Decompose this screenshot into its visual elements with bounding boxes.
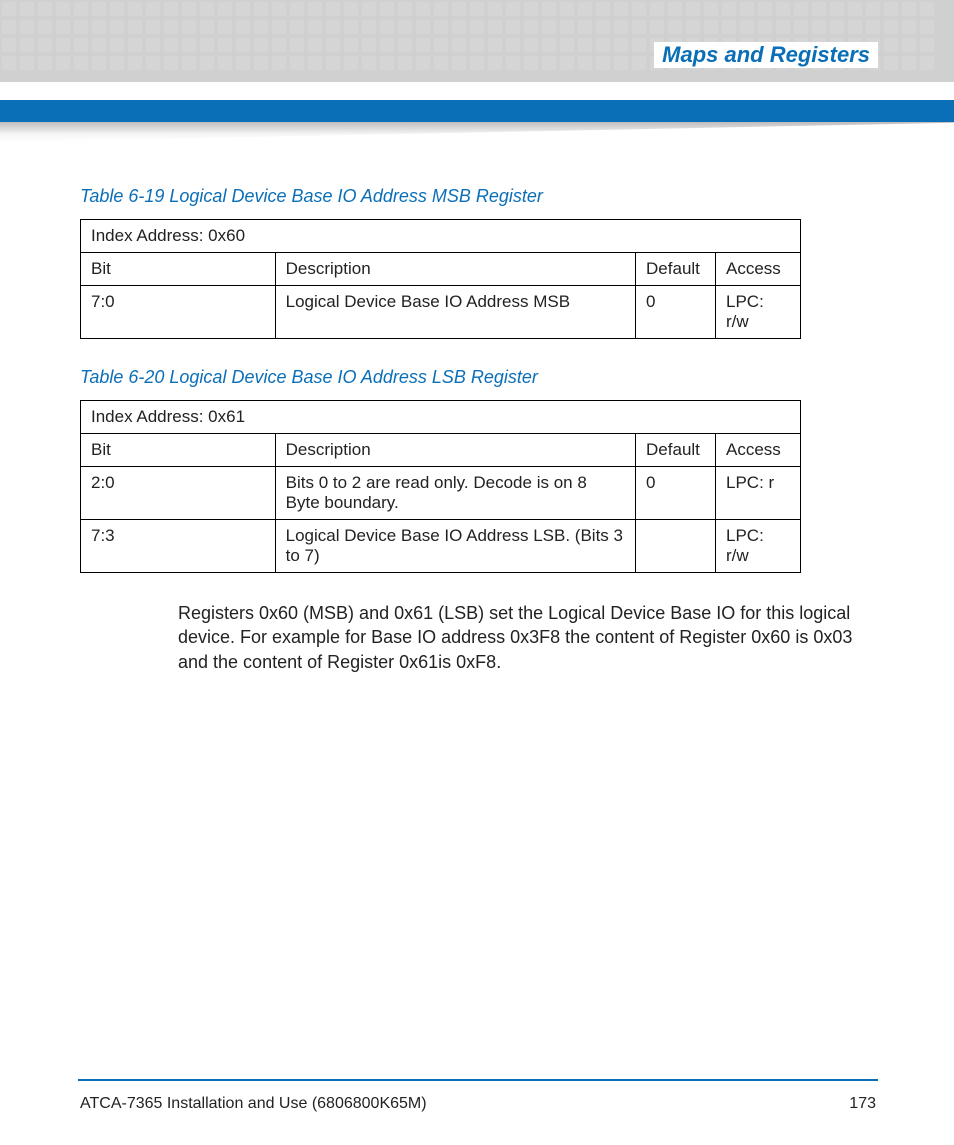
cell-bit: 7:0	[81, 286, 276, 339]
table-caption-1: Table 6-19 Logical Device Base IO Addres…	[80, 186, 880, 207]
cell-bit: 2:0	[81, 467, 276, 520]
register-table-1: Index Address: 0x60 Bit Description Defa…	[80, 219, 801, 339]
col-header-default: Default	[636, 253, 716, 286]
footer-doc-title: ATCA-7365 Installation and Use (6806800K…	[80, 1095, 427, 1113]
table-row: 7:3 Logical Device Base IO Address LSB. …	[81, 520, 801, 573]
register-table-2: Index Address: 0x61 Bit Description Defa…	[80, 400, 801, 573]
header-bar	[0, 100, 954, 122]
index-address-cell: Index Address: 0x61	[81, 401, 801, 434]
footer: ATCA-7365 Installation and Use (6806800K…	[80, 1095, 876, 1113]
cell-access: LPC: r/w	[716, 520, 801, 573]
col-header-access: Access	[716, 434, 801, 467]
cell-access: LPC: r/w	[716, 286, 801, 339]
table-row: 7:0 Logical Device Base IO Address MSB 0…	[81, 286, 801, 339]
col-header-default: Default	[636, 434, 716, 467]
table-row: Index Address: 0x61	[81, 401, 801, 434]
cell-description: Bits 0 to 2 are read only. Decode is on …	[275, 467, 635, 520]
col-header-bit: Bit	[81, 253, 276, 286]
cell-default: 0	[636, 467, 716, 520]
header-shadow	[0, 122, 954, 142]
content-area: Table 6-19 Logical Device Base IO Addres…	[80, 186, 880, 674]
header-pattern: // build 4 rows of small grey squares sp…	[0, 0, 954, 82]
footer-rule	[78, 1079, 878, 1081]
col-header-description: Description	[275, 253, 635, 286]
paragraph: Registers 0x60 (MSB) and 0x61 (LSB) set …	[178, 601, 880, 674]
table-row: Bit Description Default Access	[81, 434, 801, 467]
table-row: Bit Description Default Access	[81, 253, 801, 286]
page: // build 4 rows of small grey squares sp…	[0, 0, 954, 1145]
cell-default	[636, 520, 716, 573]
cell-bit: 7:3	[81, 520, 276, 573]
index-address-cell: Index Address: 0x60	[81, 220, 801, 253]
section-title: Maps and Registers	[654, 42, 878, 68]
cell-description: Logical Device Base IO Address MSB	[275, 286, 635, 339]
cell-description: Logical Device Base IO Address LSB. (Bit…	[275, 520, 635, 573]
table-row: Index Address: 0x60	[81, 220, 801, 253]
table-row: 2:0 Bits 0 to 2 are read only. Decode is…	[81, 467, 801, 520]
footer-page-number: 173	[849, 1095, 876, 1113]
col-header-bit: Bit	[81, 434, 276, 467]
cell-access: LPC: r	[716, 467, 801, 520]
col-header-access: Access	[716, 253, 801, 286]
cell-default: 0	[636, 286, 716, 339]
col-header-description: Description	[275, 434, 635, 467]
table-caption-2: Table 6-20 Logical Device Base IO Addres…	[80, 367, 880, 388]
